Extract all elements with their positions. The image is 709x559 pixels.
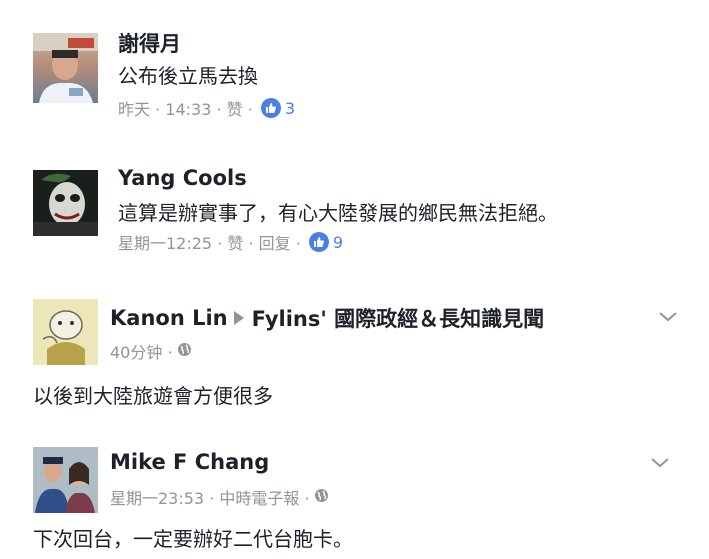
comment-meta: 星期一12:25 · 赞 · 回复 · 9 bbox=[118, 230, 343, 254]
globe-icon bbox=[177, 342, 192, 361]
avatar[interactable] bbox=[33, 170, 98, 236]
comment-author[interactable]: Mike F Chang bbox=[110, 450, 269, 474]
comment-text: 下次回台，一定要辦好二代台胞卡。 bbox=[33, 527, 353, 551]
thumbs-up-icon bbox=[260, 98, 281, 118]
comment-meta: 昨天 · 14:33 · 赞 · 3 bbox=[118, 96, 295, 120]
comment-header: Kanon Lin Fylins' 國際政經＆長知識見聞 bbox=[110, 303, 544, 333]
globe-icon bbox=[314, 488, 329, 507]
comment-author[interactable]: 謝得月 bbox=[118, 28, 181, 58]
chevron-down-icon[interactable] bbox=[656, 309, 680, 325]
avatar[interactable] bbox=[33, 447, 98, 513]
comment-text: 公布後立馬去換 bbox=[118, 64, 258, 88]
comment-time[interactable]: 星期一12:25 · 赞 · 回复 · bbox=[118, 230, 301, 254]
comment-author[interactable]: Yang Cools bbox=[118, 166, 247, 190]
comment-meta: 40分钟 · bbox=[110, 339, 192, 363]
like-count[interactable]: 3 bbox=[285, 99, 295, 118]
avatar[interactable] bbox=[33, 33, 98, 103]
comment-author[interactable]: Kanon Lin bbox=[110, 306, 228, 330]
avatar[interactable] bbox=[33, 299, 98, 365]
comment-time[interactable]: 昨天 · 14:33 · 赞 · bbox=[118, 96, 253, 120]
thumbs-up-icon bbox=[308, 232, 329, 252]
comment-time[interactable]: 40分钟 · bbox=[110, 339, 173, 363]
chevron-down-icon[interactable] bbox=[648, 455, 672, 471]
comment-meta: 星期一23:53 · 中時電子報 · bbox=[110, 485, 329, 509]
comment-target-page[interactable]: Fylins' 國際政經＆長知識見聞 bbox=[252, 303, 544, 333]
like-count[interactable]: 9 bbox=[333, 233, 343, 252]
share-arrow-icon bbox=[233, 311, 244, 325]
comment-text: 以後到大陸旅遊會方便很多 bbox=[33, 384, 273, 408]
comment-time[interactable]: 星期一23:53 · 中時電子報 · bbox=[110, 485, 310, 509]
comment-text: 這算是辦實事了，有心大陸發展的鄉民無法拒絕。 bbox=[118, 201, 558, 225]
